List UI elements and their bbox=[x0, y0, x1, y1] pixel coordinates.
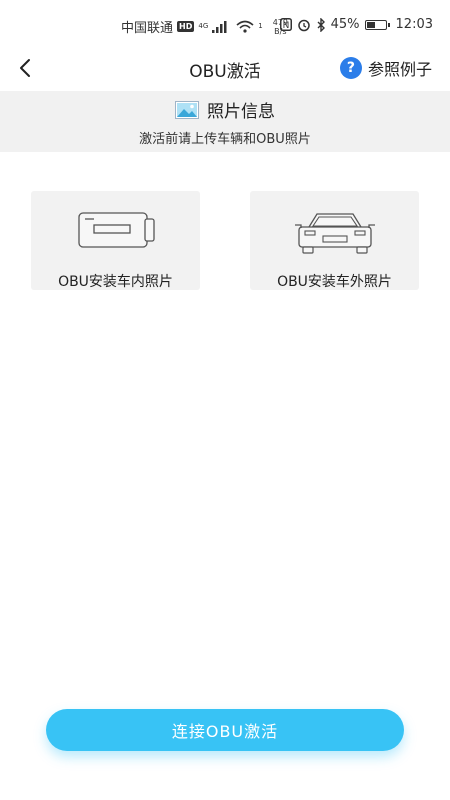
photo-info-subtitle: 激活前请上传车辆和OBU照片 bbox=[139, 132, 311, 147]
bluetooth-icon bbox=[317, 17, 325, 32]
exterior-photo-label: OBU安装车外照片 bbox=[277, 274, 392, 290]
connect-obu-activate-button[interactable]: 连接OBU激活 bbox=[46, 709, 404, 751]
photo-info-header: 照片信息 bbox=[0, 97, 450, 122]
photo-info-title: 照片信息 bbox=[207, 102, 275, 122]
battery-percent: 45% bbox=[330, 17, 360, 32]
obu-device-icon bbox=[78, 212, 155, 248]
hd-badge: HD bbox=[177, 21, 195, 32]
upload-interior-photo-card[interactable]: OBU安装车内照片 bbox=[31, 191, 200, 290]
help-question-icon: ? bbox=[339, 57, 362, 79]
car-front-icon bbox=[295, 213, 375, 254]
battery-icon bbox=[364, 19, 390, 30]
nfc-letter: N bbox=[282, 21, 289, 31]
network-type: 4G bbox=[198, 22, 209, 30]
photo-info-section: 照片信息 激活前请上传车辆和OBU照片 bbox=[0, 91, 450, 152]
interior-photo-label: OBU安装车内照片 bbox=[58, 274, 173, 290]
image-icon bbox=[175, 100, 199, 119]
status-bar: 中国联通 HD 4G 1 479 B/s N 45% 12:03 bbox=[0, 0, 450, 50]
example-label: 参照例子 bbox=[367, 60, 432, 79]
alarm-icon bbox=[297, 19, 310, 31]
signal-icon bbox=[212, 20, 227, 33]
nfc-icon: N bbox=[279, 18, 292, 31]
battery-fill bbox=[366, 21, 375, 28]
status-right: N 45% 12:03 bbox=[279, 17, 433, 32]
carrier-name: 中国联通 bbox=[121, 21, 174, 36]
wifi-badge: 1 bbox=[258, 22, 263, 30]
clock: 12:03 bbox=[395, 17, 433, 32]
title-bar: OBU激活 ? 参照例子 bbox=[0, 50, 450, 90]
upload-exterior-photo-card[interactable]: OBU安装车外照片 bbox=[250, 191, 419, 290]
status-left: 中国联通 HD 4G 1 479 B/s bbox=[121, 17, 288, 37]
example-reference-button[interactable]: ? 参照例子 bbox=[339, 56, 432, 80]
wifi-icon bbox=[236, 20, 254, 33]
